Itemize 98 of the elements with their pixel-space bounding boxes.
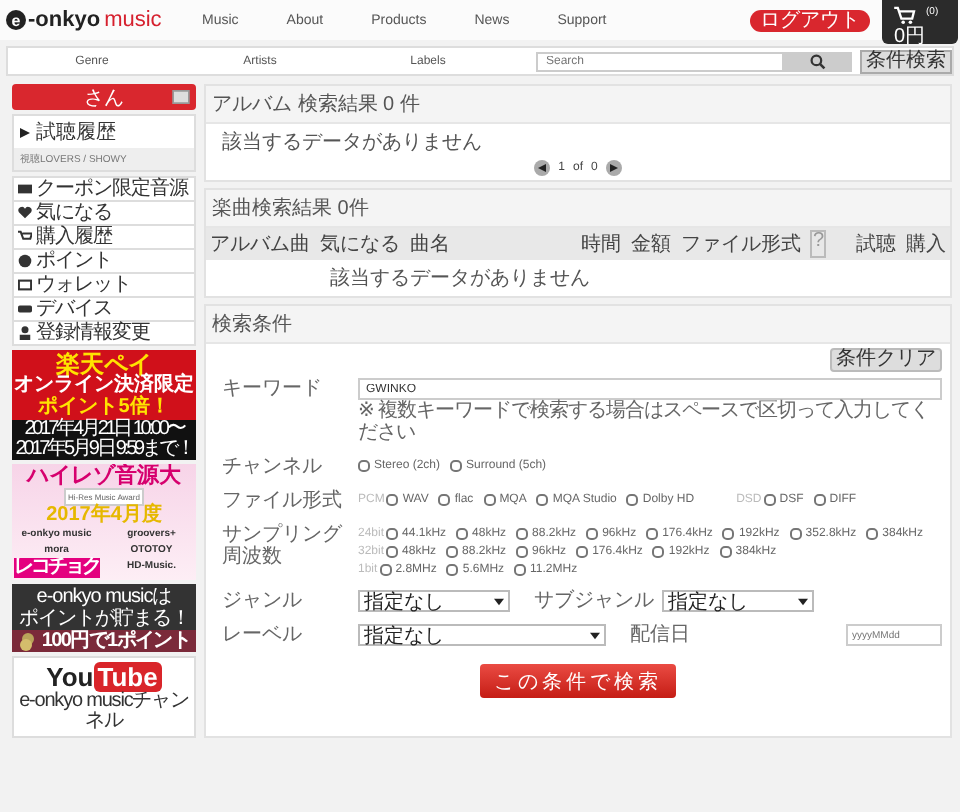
checkbox[interactable] [652,545,665,557]
store-logo: レコチョク [14,558,99,578]
user-card-icon [172,90,190,104]
genre-dropdown[interactable]: 指定なし [358,590,510,612]
checkbox[interactable] [483,493,496,505]
subgenre-dropdown[interactable]: 指定なし [662,590,814,612]
column-header: 購入 [906,231,946,258]
play-icon [20,127,30,137]
field-label: ファイル形式 [222,490,344,512]
advanced-search-button[interactable]: 条件検索 [860,49,952,73]
column-header: 曲名 [410,231,450,258]
checkbox[interactable] [516,527,529,539]
column-header: 気になる [320,232,400,258]
banner-text: ポイント5倍！ [38,396,170,418]
caret-icon [494,597,504,605]
points-banner[interactable]: e-onkyo musicは ポイントが貯まる！ 100円で1ポイント [12,584,196,652]
field-label: ジャンル [222,590,304,612]
checkbox[interactable] [514,563,527,575]
site-logo[interactable]: e -onkyo music [6,8,162,32]
column-header: アルバム曲 [210,231,310,258]
sidebar-item[interactable]: 気になる [14,202,194,226]
sidebar-item[interactable]: 登録情報変更 [14,322,194,344]
promo-banner[interactable]: 楽天ペイ オンライン決済限定 ポイント5倍！ 2017年4月21日 10:00〜 2017年5月9日 9:59まで！ [12,350,196,460]
checkbox[interactable] [866,527,879,539]
sidebar-item[interactable]: デバイス [14,298,194,322]
checkbox[interactable] [386,545,399,557]
checkbox[interactable] [438,493,451,505]
next-page-button[interactable] [605,160,622,176]
field-label: サブジャンル [534,590,654,612]
checkbox[interactable] [586,527,599,539]
section-title: アルバム 検索結果 0 件 [206,86,950,124]
search-button[interactable] [784,51,852,71]
previous-page-button[interactable] [534,160,551,176]
left-arrow-icon [538,164,547,172]
checkbox[interactable] [719,545,732,557]
empty-message: 該当するデータがありません [328,265,592,294]
history-link[interactable]: 試聴履歴 [14,116,194,148]
heart-icon [18,206,32,220]
checkbox[interactable] [446,545,459,557]
checkbox[interactable] [813,493,826,505]
checkbox[interactable] [358,459,370,471]
coins-drawing [17,631,38,651]
banner-text: e-onkyo musicは [36,586,172,608]
label-dropdown[interactable]: 指定なし [358,624,606,646]
checkbox[interactable] [386,527,399,539]
logout-button[interactable]: ログアウト [750,9,870,31]
column-header: 時間 [580,231,621,258]
banner-text: e-onkyo musicチャンネル [17,692,191,732]
logo-text: You [46,662,94,692]
checkbox[interactable] [379,563,392,575]
field-label: チャンネル [222,456,324,478]
field-label: キーワード [222,378,324,400]
checkbox[interactable] [722,527,735,539]
checkbox[interactable] [646,527,659,539]
checkbox[interactable] [536,493,549,505]
search-icon [810,53,826,69]
checkbox[interactable] [456,527,469,539]
column-header: 金額 [630,231,671,258]
banner-text: オンライン決済限定 [14,376,194,396]
checkbox[interactable] [789,527,802,539]
checkbox[interactable] [576,545,589,557]
sidebar-item[interactable]: ウォレット [14,274,194,298]
banner-text: ポイントが貯まる！ [18,608,190,630]
logo-text: Tube [93,662,162,692]
clear-button[interactable]: 条件クリア [830,348,942,372]
checkbox[interactable] [626,493,639,505]
banner-text: 100円で1ポイント [41,630,191,652]
sidebar-item[interactable]: 購入履歴 [14,226,194,250]
section-title: 検索条件 [206,306,950,344]
banner-date: 2017年5月9日 9:59まで！ [15,440,193,460]
person-icon [18,326,32,340]
banner-text: 2017年4月度 [46,506,162,526]
caret-icon [798,597,808,605]
field-label: サンプリング周波数 [222,524,344,568]
column-header: 試聴 [856,231,896,258]
checkbox[interactable] [450,459,463,471]
cart-icon [18,230,32,244]
banner-title: 楽天ペイ [56,352,152,376]
empty-message: 該当するデータがありません [220,129,484,158]
column-header: ファイル形式 [680,231,801,258]
video-channel-banner[interactable]: YouTube e-onkyo musicチャンネル [12,656,196,738]
field-label: 配信日 [630,624,692,646]
checkbox[interactable] [516,545,529,557]
checkbox[interactable] [763,493,776,505]
sidebar-item[interactable]: クーポン限定音源 [14,178,194,202]
search-submit-button[interactable]: この条件で検索 [480,664,676,698]
banner-date: 2017年4月21日 10:00〜 [24,420,184,440]
hint-text: ※ 複数キーワードで検索する場合はスペースで区切って入力してください [358,400,932,444]
field-label: レーベル [222,624,304,646]
right-arrow-icon [609,164,618,172]
checkbox[interactable] [386,493,399,505]
sidebar-item[interactable]: ポイント [14,250,194,274]
section-title: 楽曲検索結果 0件 [206,190,950,228]
checkbox[interactable] [446,563,459,575]
caret-icon [590,631,600,639]
cart-icon [894,6,916,24]
user-menu-button[interactable]: さん [12,84,196,110]
wallet-icon [18,278,32,292]
